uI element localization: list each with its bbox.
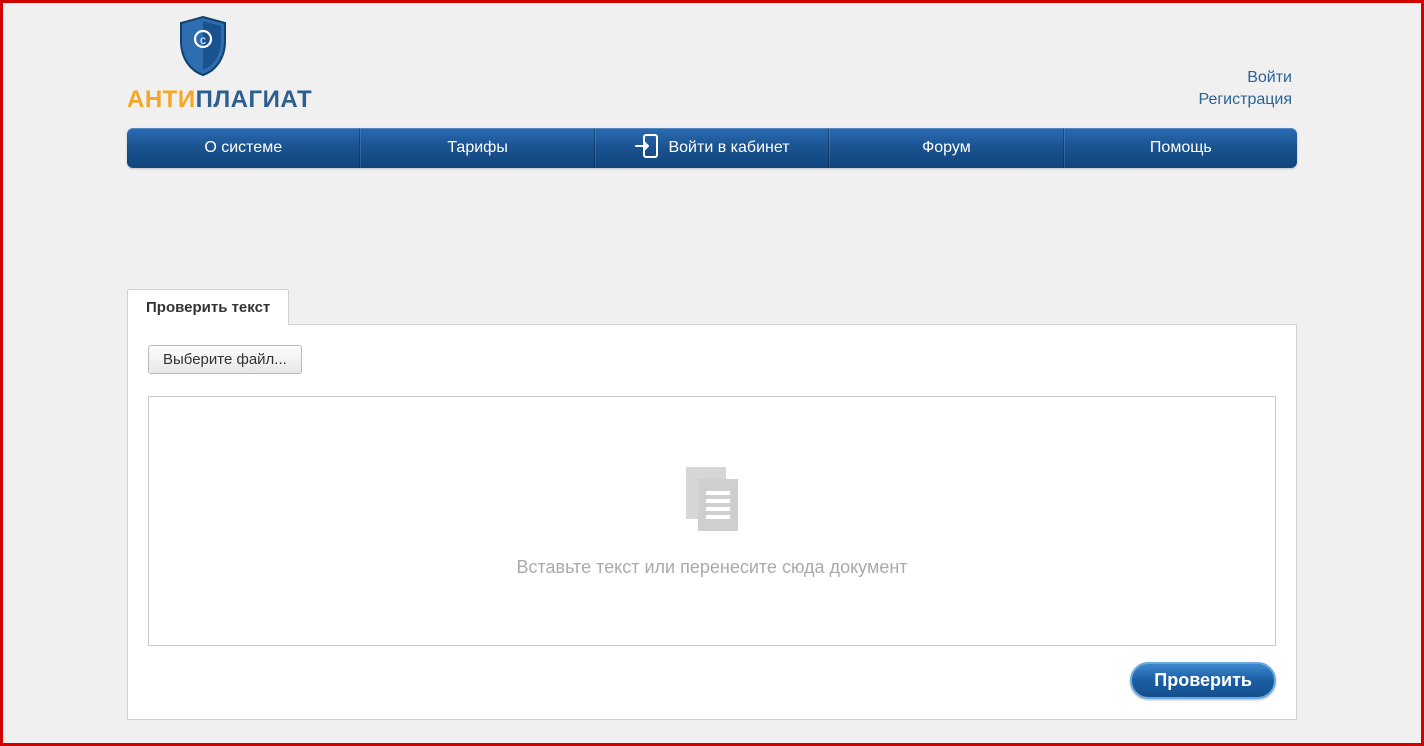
text-input-area[interactable]: Вставьте текст или перенесите сюда докум… [148,396,1276,646]
nav-cabinet[interactable]: Войти в кабинет [595,128,829,168]
header: c АНТИПЛАГИАТ Войти Регистрация [127,15,1297,114]
document-icon [680,465,744,537]
navbar: О системе Тарифы Войти в кабинет Форум П… [127,128,1297,168]
login-icon [634,133,660,164]
logo-part2: ПЛАГИАТ [196,86,313,113]
login-link[interactable]: Войти [1198,67,1292,89]
check-panel: Выберите файл... Вставьте текст или пере… [127,324,1297,720]
svg-text:c: c [200,33,206,47]
nav-tariffs[interactable]: Тарифы [360,128,594,168]
nav-cabinet-label: Войти в кабинет [668,139,789,157]
textarea-placeholder: Вставьте текст или перенесите сюда докум… [516,557,907,578]
logo: c АНТИПЛАГИАТ [127,15,312,114]
nav-tariffs-label: Тарифы [447,139,507,157]
content: Проверить текст Выберите файл... Вставьт… [127,288,1297,720]
action-row: Проверить [148,662,1276,699]
register-link[interactable]: Регистрация [1198,89,1292,111]
nav-about-label: О системе [204,139,282,157]
nav-forum-label: Форум [922,139,971,157]
logo-text: АНТИПЛАГИАТ [127,86,312,114]
choose-file-button[interactable]: Выберите файл... [148,345,302,374]
tab-check-text[interactable]: Проверить текст [127,289,289,325]
nav-about[interactable]: О системе [127,128,360,168]
logo-part1: АНТИ [127,86,196,113]
check-button[interactable]: Проверить [1130,662,1276,699]
shield-icon: c [177,15,229,82]
auth-links: Войти Регистрация [1198,15,1297,111]
nav-forum[interactable]: Форум [829,128,1063,168]
nav-help-label: Помощь [1150,139,1212,157]
nav-help[interactable]: Помощь [1064,128,1297,168]
